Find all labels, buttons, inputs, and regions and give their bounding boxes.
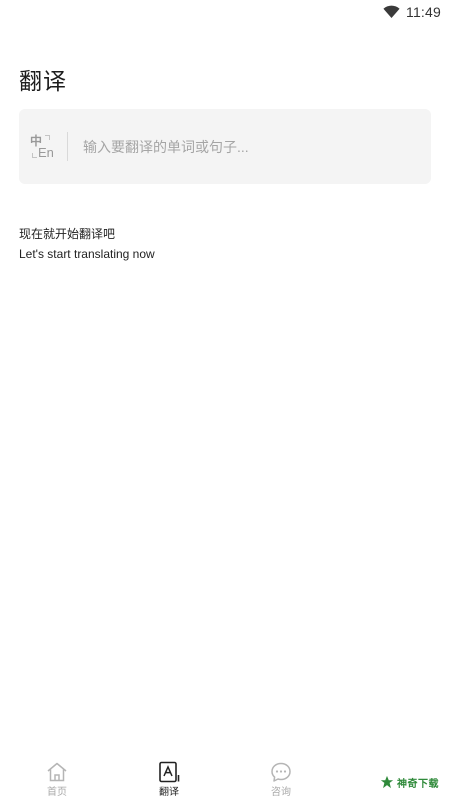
tab-translate[interactable]: 翻译 (139, 760, 199, 800)
hint-english: Let's start translating now (19, 247, 155, 261)
translate-input-card[interactable]: 中 En (19, 109, 431, 184)
status-time: 11:49 (406, 4, 441, 20)
tab-home[interactable]: 首页 (27, 760, 87, 800)
translate-icon (159, 761, 180, 783)
swap-arrow-top-icon (45, 135, 50, 140)
language-switch-button[interactable]: 中 En (28, 132, 58, 162)
swap-arrow-bottom-icon (32, 153, 37, 158)
card-divider (67, 132, 68, 161)
watermark: 神奇下载 (380, 772, 439, 792)
chat-icon (271, 762, 291, 782)
watermark-text: 神奇下载 (397, 778, 439, 790)
page-title: 翻译 (19, 68, 67, 94)
home-icon (47, 762, 67, 782)
tab-consult-label: 咨询 (271, 787, 291, 798)
tab-home-label: 首页 (47, 787, 67, 798)
translate-text-input[interactable] (83, 135, 413, 159)
logo-icon (380, 775, 394, 789)
hint-chinese: 现在就开始翻译吧 (19, 227, 116, 241)
wifi-icon (383, 5, 400, 18)
tab-translate-label: 翻译 (159, 787, 179, 798)
status-bar: 11:49 (0, 0, 450, 24)
status-right: 11:49 (383, 4, 441, 20)
hint-block: 现在就开始翻译吧 Let's start translating now (19, 226, 155, 262)
target-language-label: En (38, 145, 54, 160)
tab-consult[interactable]: 咨询 (251, 760, 311, 800)
